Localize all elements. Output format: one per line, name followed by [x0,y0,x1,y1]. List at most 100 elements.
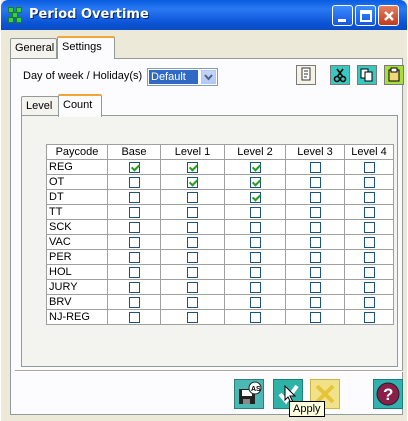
column-header-level-4: Level 4 [344,144,394,160]
svg-text:?: ? [383,385,393,404]
base-checkbox[interactable] [128,281,140,293]
maximize-button[interactable] [355,5,376,26]
level-1-checkbox[interactable] [187,311,198,323]
paycode-cell: REG [46,159,108,175]
base-checkbox[interactable] [128,266,140,278]
close-button[interactable] [378,5,399,26]
level-1-checkbox[interactable] [187,191,198,203]
level-1-checkbox[interactable] [187,296,198,308]
base-checkbox[interactable] [128,296,140,308]
checkbox-cell [224,294,286,310]
level-4-checkbox[interactable] [363,221,375,233]
tab-count[interactable]: Count [58,94,102,117]
level-2-checkbox[interactable] [249,311,261,323]
title-bar[interactable]: Period Overtime [1,0,407,30]
help-button[interactable]: ? [373,379,403,409]
level-1-checkbox[interactable] [187,281,198,293]
level-2-checkbox[interactable] [249,221,261,233]
level-4-checkbox[interactable] [363,176,375,188]
level-4-checkbox[interactable] [363,251,375,263]
base-checkbox[interactable] [128,161,140,173]
checkbox-cell [224,309,286,325]
document-edit-icon [301,67,311,81]
level-1-checkbox[interactable] [187,236,198,248]
paycode-cell: SCK [46,219,108,235]
footer-divider [15,370,403,372]
level-4-checkbox[interactable] [363,266,375,278]
tab-general[interactable]: General [10,38,57,58]
checkbox-cell [224,204,286,220]
level-1-checkbox[interactable] [187,176,198,188]
level-4-checkbox[interactable] [363,281,375,293]
checkbox-cell [344,189,394,205]
level-2-checkbox[interactable] [249,161,261,173]
base-checkbox[interactable] [128,191,140,203]
checkbox-cell [224,174,286,190]
level-2-checkbox[interactable] [249,176,261,188]
level-1-checkbox[interactable] [187,221,198,233]
level-3-checkbox[interactable] [309,251,321,263]
level-3-checkbox[interactable] [309,296,321,308]
base-checkbox[interactable] [128,176,140,188]
paste-button[interactable] [384,65,404,85]
level-3-checkbox[interactable] [309,221,321,233]
base-checkbox[interactable] [128,236,140,248]
level-2-checkbox[interactable] [249,251,261,263]
checkbox-cell [285,159,345,175]
chevron-down-icon[interactable] [201,70,216,84]
checkbox-cell [344,204,394,220]
level-3-checkbox[interactable] [309,191,321,203]
minimize-icon [338,19,346,22]
level-4-checkbox[interactable] [363,161,375,173]
save-as-button[interactable]: AS [234,379,264,409]
checkbox-cell [160,234,225,250]
tab-settings[interactable]: Settings [57,36,115,59]
cut-button[interactable] [330,65,350,85]
level-2-checkbox[interactable] [249,191,261,203]
level-4-checkbox[interactable] [363,296,375,308]
level-1-checkbox[interactable] [187,251,198,263]
base-checkbox[interactable] [128,221,140,233]
checkbox-cell [107,174,161,190]
level-3-checkbox[interactable] [309,281,321,293]
copy-button[interactable] [357,65,377,85]
level-3-checkbox[interactable] [309,161,321,173]
period-overtime-window: Period Overtime General Settings Day of … [1,0,407,421]
level-2-checkbox[interactable] [249,296,261,308]
level-2-checkbox[interactable] [249,206,261,218]
level-1-checkbox[interactable] [187,161,198,173]
checkbox-cell [344,294,394,310]
table-row: SCK [46,219,394,235]
document-edit-button[interactable] [296,65,316,85]
base-checkbox[interactable] [128,311,140,323]
level-4-checkbox[interactable] [363,311,375,323]
checkbox-cell [224,279,286,295]
base-checkbox[interactable] [128,206,140,218]
level-4-checkbox[interactable] [363,206,375,218]
level-3-checkbox[interactable] [309,176,321,188]
paycode-cell: PER [46,249,108,265]
level-3-checkbox[interactable] [309,266,321,278]
level-1-checkbox[interactable] [187,266,198,278]
level-4-checkbox[interactable] [363,236,375,248]
checkbox-cell [285,174,345,190]
level-3-checkbox[interactable] [309,311,321,323]
paycode-cell: DT [46,189,108,205]
minimize-button[interactable] [332,5,353,26]
level-4-checkbox[interactable] [363,191,375,203]
tab-level[interactable]: Level [21,96,59,116]
base-checkbox[interactable] [128,251,140,263]
level-3-checkbox[interactable] [309,236,321,248]
level-2-checkbox[interactable] [249,281,261,293]
table-row: TT [46,204,394,220]
save-as-icon: AS [239,381,262,404]
level-3-checkbox[interactable] [309,206,321,218]
level-1-checkbox[interactable] [187,206,198,218]
paycode-cell: JURY [46,279,108,295]
svg-text:AS: AS [251,386,261,393]
day-of-week-select[interactable]: Default [147,68,218,86]
level-2-checkbox[interactable] [249,236,261,248]
checkbox-cell [107,234,161,250]
checkbox-cell [285,279,345,295]
level-2-checkbox[interactable] [249,266,261,278]
